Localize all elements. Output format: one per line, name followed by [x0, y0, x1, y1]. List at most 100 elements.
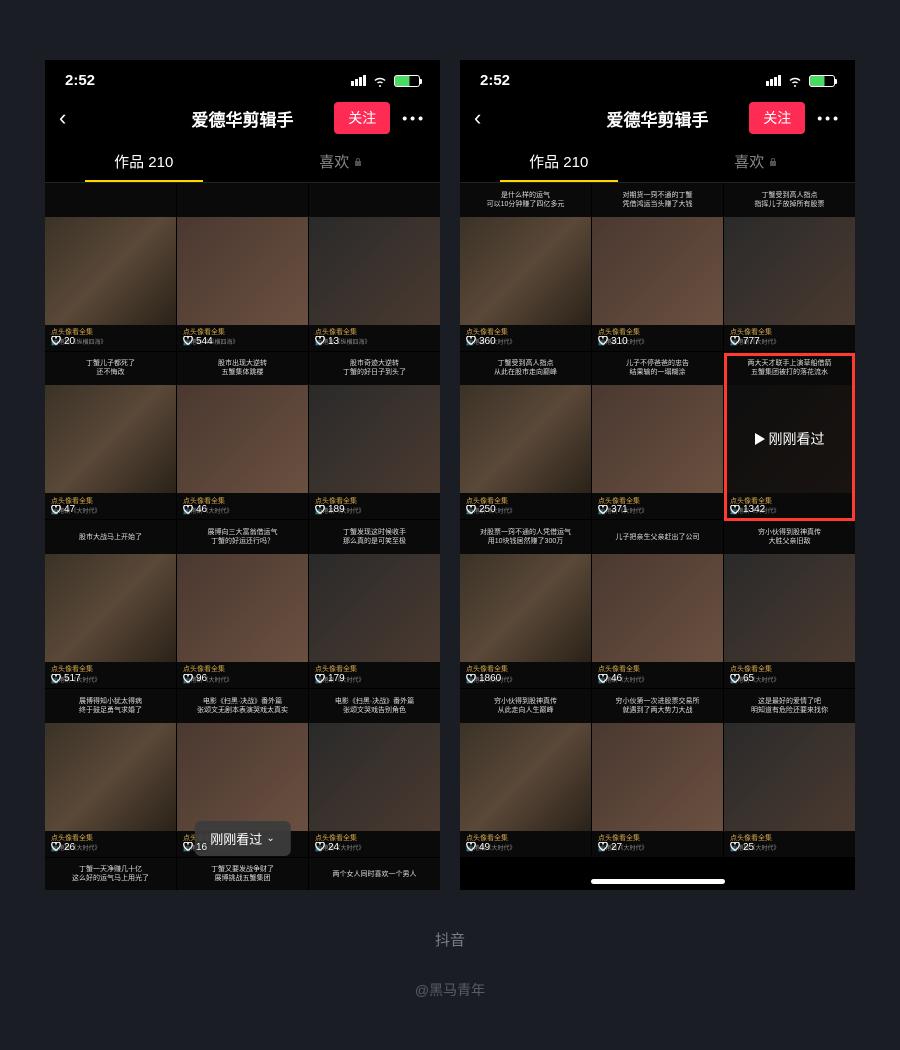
video-title-bar — [309, 183, 440, 217]
heart-icon — [598, 505, 608, 515]
video-cell[interactable]: 点头像看全集📺港剧《纵横四海》 20 — [45, 183, 176, 351]
heart-icon — [183, 336, 193, 346]
video-title-bar: 丁蟹一天净赚几十亿这么好的运气马上用光了 — [45, 858, 176, 890]
video-cell[interactable]: 穷小伙得到股神真传从此走向人生巅峰 点头像看全集📺港剧《大时代》 49 — [460, 689, 591, 857]
video-cell[interactable]: 是什么样的运气可以10分钟赚了四亿多元 点头像看全集📺港剧《大时代》 360 — [460, 183, 591, 351]
back-button[interactable]: ‹ — [59, 105, 66, 131]
phone-left: 2:52 ‹ 爱德华剪辑手 关注 ••• 作品 210 喜欢 点头像看全集📺港剧… — [45, 60, 440, 890]
video-thumbnail — [177, 217, 308, 325]
video-cell[interactable]: 对股票一窍不通的人凭借运气用10块钱居然赚了300万 点头像看全集📺港剧《大时代… — [460, 520, 591, 688]
video-cell[interactable]: 丁蟹儿子都死了还不悔改 点头像看全集📺港剧《大时代》 47 — [45, 352, 176, 520]
video-thumbnail — [460, 554, 591, 662]
video-cell[interactable]: 丁蟹一天净赚几十亿这么好的运气马上用光了 点头像看全集📺港剧《大时代》 — [45, 858, 176, 890]
video-title-bar: 这是最好的爱情了吧明知道有危险还要来找你 — [724, 689, 855, 723]
follow-button[interactable]: 关注 — [334, 102, 390, 134]
video-thumbnail — [592, 217, 723, 325]
battery-icon — [809, 75, 835, 87]
video-cell[interactable]: 对期货一窍不通的丁蟹凭借鸿运当头赚了大钱 点头像看全集📺港剧《大时代》 310 — [592, 183, 723, 351]
video-thumbnail: 刚刚看过 — [724, 385, 855, 493]
video-cell[interactable]: 股市奇迹大逆转丁蟹的好日子到头了 点头像看全集📺港剧《大时代》 189 — [309, 352, 440, 520]
video-cell[interactable]: 穷小伙第一次进股票交易所就遇到了两大势力大战 点头像看全集📺港剧《大时代》 27 — [592, 689, 723, 857]
chevron-down-icon: ⌄ — [266, 833, 274, 844]
like-count: 517 — [51, 673, 81, 684]
video-title-bar: 电影《扫黑·决战》番外篇张颂文无剧本表演哭戏太真实 — [177, 689, 308, 723]
video-cell[interactable]: 展博向三大富翁借运气丁蟹的好运还行吗？ 点头像看全集📺港剧《大时代》 96 — [177, 520, 308, 688]
like-count: 13 — [315, 336, 339, 347]
more-button[interactable]: ••• — [817, 110, 841, 126]
video-thumbnail — [309, 217, 440, 325]
heart-icon — [466, 505, 476, 515]
heart-icon — [598, 674, 608, 684]
video-title-bar: 丁蟹又要发战争财了展博挑战五蟹集团 — [177, 858, 308, 890]
like-count: 26 — [51, 842, 75, 853]
video-cell[interactable]: 两大天才联手上演草船借箭五蟹集团被打的落花流水 刚刚看过 点头像看全集📺港剧《大… — [724, 352, 855, 520]
like-count: 544 — [183, 336, 213, 347]
video-cell[interactable]: 股市大战马上开始了 点头像看全集📺港剧《大时代》 517 — [45, 520, 176, 688]
home-indicator[interactable] — [591, 879, 725, 884]
recent-pill-label: 刚刚看过 — [210, 829, 262, 848]
video-cell[interactable]: 穷小伙得到股神真传大胜父亲旧敌 点头像看全集📺港剧《大时代》 65 — [724, 520, 855, 688]
heart-icon — [730, 842, 740, 852]
video-grid: 是什么样的运气可以10分钟赚了四亿多元 点头像看全集📺港剧《大时代》 360 对… — [460, 183, 855, 857]
heart-icon — [466, 336, 476, 346]
tab-likes[interactable]: 喜欢 — [243, 141, 441, 182]
like-count: 189 — [315, 504, 345, 515]
like-count: 27 — [598, 842, 622, 853]
video-cell[interactable]: 这是最好的爱情了吧明知道有危险还要来找你 点头像看全集📺港剧《大时代》 25 — [724, 689, 855, 857]
like-count: 360 — [466, 336, 496, 347]
back-button[interactable]: ‹ — [474, 105, 481, 131]
video-cell[interactable]: 股市出现大逆转五蟹集体跳楼 点头像看全集📺港剧《大时代》 46 — [177, 352, 308, 520]
video-title-bar: 对股票一窍不通的人凭借运气用10块钱居然赚了300万 — [460, 520, 591, 554]
video-cell[interactable]: 丁蟹发现这时候收手那么真的是可笑至极 点头像看全集📺港剧《大时代》 179 — [309, 520, 440, 688]
video-cell[interactable]: 点头像看全集📺港剧《纵横四海》 13 — [309, 183, 440, 351]
video-title-bar: 展博向三大富翁借运气丁蟹的好运还行吗？ — [177, 520, 308, 554]
video-cell[interactable]: 两个女人同时喜欢一个男人 点头像看全集📺港剧《大时代》 — [309, 858, 440, 890]
video-title-bar: 儿子不停爸爸的忠告结果输的一塌糊涂 — [592, 352, 723, 386]
video-cell[interactable]: 儿子不停爸爸的忠告结果输的一塌糊涂 点头像看全集📺港剧《大时代》 371 — [592, 352, 723, 520]
video-title-bar: 儿子把亲生父亲赶出了公司 — [592, 520, 723, 554]
video-cell[interactable]: 丁蟹受到高人指点指挥儿子放掉所有股票 点头像看全集📺港剧《大时代》 777 — [724, 183, 855, 351]
status-time: 2:52 — [65, 72, 95, 89]
wifi-icon — [372, 75, 388, 87]
video-title-bar: 穷小伙得到股神真传从此走向人生巅峰 — [460, 689, 591, 723]
more-button[interactable]: ••• — [402, 110, 426, 126]
video-title-bar: 是什么样的运气可以10分钟赚了四亿多元 — [460, 183, 591, 217]
video-cell[interactable]: 展博得知小犹太得病终于鼓足勇气求婚了 点头像看全集📺港剧《大时代》 26 — [45, 689, 176, 857]
tab-likes[interactable]: 喜欢 — [658, 141, 856, 182]
video-thumbnail — [45, 217, 176, 325]
video-thumbnail — [177, 554, 308, 662]
tab-works[interactable]: 作品 210 — [45, 141, 243, 182]
follow-button[interactable]: 关注 — [749, 102, 805, 134]
like-count: 47 — [51, 504, 75, 515]
video-title-bar: 丁蟹儿子都死了还不悔改 — [45, 352, 176, 386]
like-count: 250 — [466, 504, 496, 515]
heart-icon — [730, 674, 740, 684]
recent-viewed-pill[interactable]: 刚刚看过 ⌄ — [194, 821, 290, 856]
video-cell[interactable]: 点头像看全集📺港剧《纵横四海》 544 — [177, 183, 308, 351]
heart-icon — [315, 842, 325, 852]
nav-bar: ‹ 爱德华剪辑手 关注 ••• — [45, 95, 440, 141]
page-title: 爱德华剪辑手 — [192, 106, 294, 131]
like-count: 310 — [598, 336, 628, 347]
video-cell[interactable]: 电影《扫黑·决战》番外篇张颂文哭戏告别角色 点头像看全集📺港剧《大时代》 24 — [309, 689, 440, 857]
video-cell[interactable]: 丁蟹受到高人指点从此在股市走向巅峰 点头像看全集📺港剧《大时代》 250 — [460, 352, 591, 520]
video-title-bar — [45, 183, 176, 217]
tab-works[interactable]: 作品 210 — [460, 141, 658, 182]
video-title-bar — [177, 183, 308, 217]
heart-icon — [183, 842, 193, 852]
video-thumbnail — [460, 723, 591, 831]
like-count: 777 — [730, 336, 760, 347]
like-count: 49 — [466, 842, 490, 853]
video-thumbnail — [592, 723, 723, 831]
video-title-bar: 股市出现大逆转五蟹集体跳楼 — [177, 352, 308, 386]
heart-icon — [315, 505, 325, 515]
heart-icon — [730, 336, 740, 346]
video-cell[interactable]: 儿子把亲生父亲赶出了公司 点头像看全集📺港剧《大时代》 46 — [592, 520, 723, 688]
status-bar: 2:52 — [45, 60, 440, 95]
like-count: 1860 — [466, 673, 501, 684]
heart-icon — [51, 842, 61, 852]
like-count: 46 — [598, 673, 622, 684]
like-count: 65 — [730, 673, 754, 684]
tab-likes-label: 喜欢 — [319, 151, 349, 172]
video-cell[interactable]: 丁蟹又要发战争财了展博挑战五蟹集团 点头像看全集📺港剧《大时代》 — [177, 858, 308, 890]
